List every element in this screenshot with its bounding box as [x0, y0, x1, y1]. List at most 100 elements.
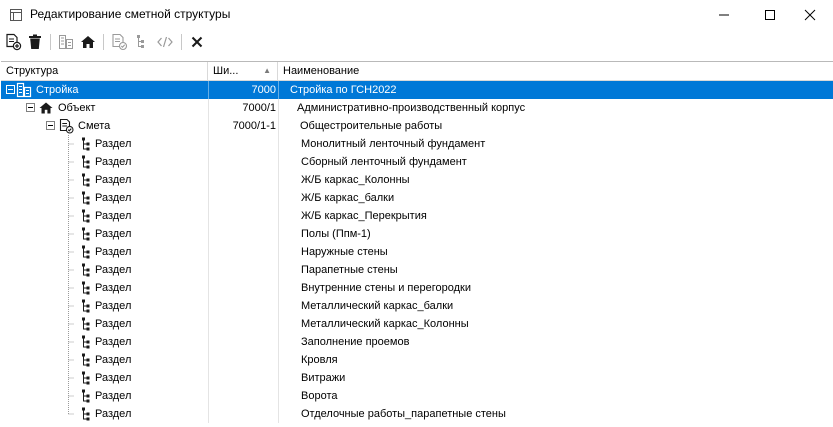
cell-structure: Раздел: [1, 387, 208, 405]
node-type-label: Смета: [78, 120, 111, 132]
cell-name: Ж/Б каркас_Колонны: [301, 174, 410, 186]
section-tree-icon: [78, 316, 94, 332]
tree-row[interactable]: Раздел Металлический каркас_балки: [1, 297, 833, 315]
tree-connector: [63, 171, 75, 189]
tree-row[interactable]: Раздел Полы (Ппм-1): [1, 225, 833, 243]
cell-structure: Раздел: [1, 171, 208, 189]
code-button[interactable]: [155, 32, 175, 52]
tree-row[interactable]: Раздел Заполнение проемов: [1, 333, 833, 351]
cell-code: [208, 279, 278, 297]
section-tree-icon: [78, 280, 94, 296]
cell-name: Металлический каркас_балки: [301, 300, 454, 312]
tree-row[interactable]: Раздел Ж/Б каркас_Перекрытия: [1, 207, 833, 225]
section-tree-icon: [78, 136, 94, 152]
tree-row[interactable]: Раздел Отделочные работы_парапетные стены: [1, 405, 833, 423]
section-tree-icon: [78, 352, 94, 368]
section-tree-icon: [78, 172, 94, 188]
tree-connector: [63, 369, 75, 387]
house-icon: [81, 36, 95, 48]
section-tree-icon: [78, 406, 94, 422]
cell-code: [208, 369, 278, 387]
section-tree-icon: [78, 226, 94, 242]
collapse-toggle-icon[interactable]: [26, 103, 35, 112]
add-estimate-doc-button[interactable]: [109, 32, 129, 52]
node-type-label: Раздел: [95, 192, 132, 204]
minimize-button[interactable]: [701, 0, 747, 30]
add-construction-button[interactable]: [56, 32, 76, 52]
cell-name: Ворота: [301, 390, 338, 402]
tree-row[interactable]: Стройка 7000 Стройка по ГСН2022: [1, 81, 833, 99]
column-header-code-label: Ши...: [213, 65, 239, 77]
cell-structure: Раздел: [1, 243, 208, 261]
tree-connector: [63, 387, 75, 405]
tree-connector: [63, 243, 75, 261]
add-estimate-button[interactable]: [3, 32, 23, 52]
cell-structure: Раздел: [1, 333, 208, 351]
section-tree-icon: [78, 298, 94, 314]
cell-code: [208, 405, 278, 423]
add-section-button[interactable]: [131, 32, 151, 52]
cell-code: 7000: [251, 84, 276, 96]
cell-name: Ж/Б каркас_балки: [301, 192, 395, 204]
collapse-toggle-icon[interactable]: [46, 121, 55, 130]
cell-structure: Объект: [1, 99, 208, 117]
add-object-button[interactable]: [78, 32, 98, 52]
tree-row[interactable]: Раздел Ж/Б каркас_Колонны: [1, 171, 833, 189]
cell-code: [208, 315, 278, 333]
cell-code: [208, 225, 278, 243]
tree-row[interactable]: Раздел Внутренние стены и перегородки: [1, 279, 833, 297]
cell-name: Заполнение проемов: [301, 336, 410, 348]
cell-code: [208, 333, 278, 351]
estimate-document-icon: [58, 118, 74, 134]
column-header-structure[interactable]: Структура: [1, 62, 208, 80]
toolbar: [0, 30, 833, 54]
close-button[interactable]: [787, 0, 833, 30]
trash-icon: [29, 34, 41, 49]
node-type-label: Раздел: [95, 174, 132, 186]
cell-name: Внутренние стены и перегородки: [301, 282, 471, 294]
tree-row[interactable]: Раздел Металлический каркас_Колонны: [1, 315, 833, 333]
house-icon: [38, 100, 54, 116]
tree-row[interactable]: Раздел Витражи: [1, 369, 833, 387]
window: Редактирование сметной структуры Структу…: [0, 0, 833, 427]
tree-row[interactable]: Раздел Наружные стены: [1, 243, 833, 261]
column-header-name[interactable]: Наименование: [278, 62, 833, 80]
cell-code: 7000/1-1: [232, 120, 276, 132]
cell-structure: Раздел: [1, 315, 208, 333]
node-type-label: Раздел: [95, 246, 132, 258]
cell-name: Полы (Ппм-1): [301, 228, 371, 240]
cancel-button[interactable]: [187, 32, 207, 52]
tree-connector: [63, 189, 75, 207]
tree-row[interactable]: Раздел Монолитный ленточный фундамент: [1, 135, 833, 153]
building-icon: [59, 35, 73, 49]
section-tree-icon: [78, 154, 94, 170]
tree-row[interactable]: Смета 7000/1-1 Общестроительные работы: [1, 117, 833, 135]
cell-structure: Смета: [1, 117, 208, 135]
node-type-label: Раздел: [95, 264, 132, 276]
cell-name: Стройка по ГСН2022: [290, 84, 397, 96]
tree-row[interactable]: Раздел Ворота: [1, 387, 833, 405]
section-tree-icon: [78, 388, 94, 404]
node-type-label: Раздел: [95, 390, 132, 402]
delete-button[interactable]: [25, 32, 45, 52]
tree-row[interactable]: Раздел Кровля: [1, 351, 833, 369]
close-icon: [804, 9, 816, 21]
collapse-toggle-icon[interactable]: [6, 85, 15, 94]
column-header-code[interactable]: Ши... ▲: [208, 62, 278, 80]
cell-structure: Раздел: [1, 153, 208, 171]
node-type-label: Раздел: [95, 354, 132, 366]
node-type-label: Раздел: [95, 372, 132, 384]
tree-row[interactable]: Раздел Сборный ленточный фундамент: [1, 153, 833, 171]
code-tags-icon: [157, 36, 173, 48]
cell-name: Витражи: [301, 372, 346, 384]
cell-structure: Раздел: [1, 351, 208, 369]
structure-tree-grid: Структура Ши... ▲ Наименование Стройка 70…: [1, 61, 833, 427]
tree-row[interactable]: Раздел Ж/Б каркас_балки: [1, 189, 833, 207]
toolbar-separator: [181, 34, 182, 50]
tree-row[interactable]: Объект 7000/1 Административно-производстве…: [1, 99, 833, 117]
tree-connector: [63, 297, 75, 315]
sort-ascending-icon: ▲: [263, 66, 271, 75]
cell-name: Металлический каркас_Колонны: [301, 318, 469, 330]
tree-row[interactable]: Раздел Парапетные стены: [1, 261, 833, 279]
node-type-label: Раздел: [95, 282, 132, 294]
